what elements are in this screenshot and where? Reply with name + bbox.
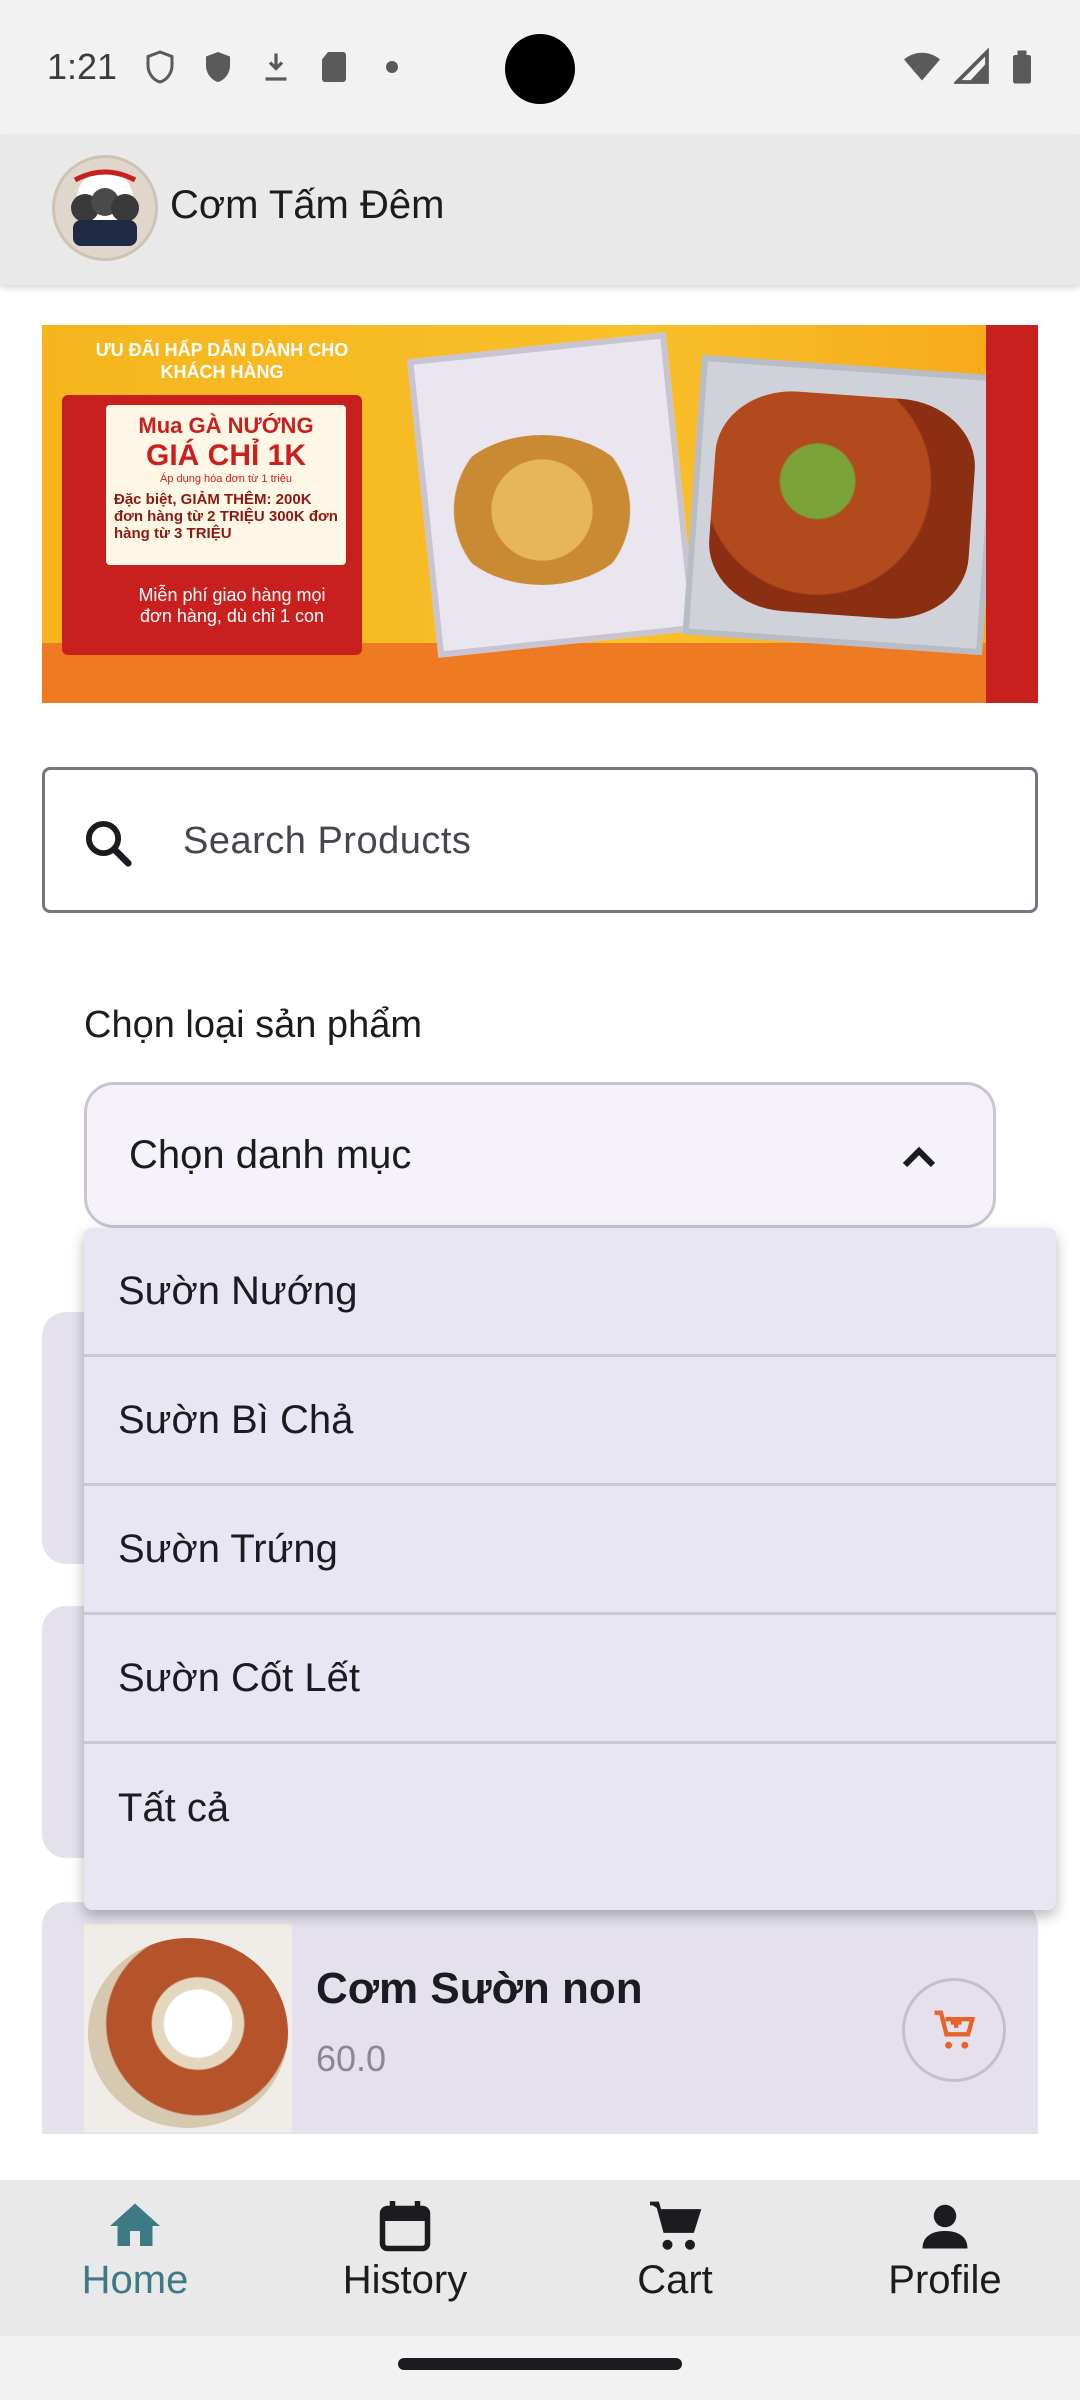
menu-item-suon-nuong[interactable]: Sườn Nướng xyxy=(84,1228,1056,1357)
promo-line1: Mua GÀ NƯỚNG xyxy=(138,413,314,438)
product-card[interactable]: Cơm Sườn non 60.0 xyxy=(42,1902,1038,2134)
add-cart-icon xyxy=(934,2010,976,2049)
promo-line2: GIÁ CHỈ 1K xyxy=(145,439,307,472)
promo-bottom: Miễn phí giao hàng mọi đơn hàng, dù chỉ … xyxy=(138,585,326,626)
banner-top-text: ƯU ĐÃI HẤP DẪN DÀNH CHO KHÁCH HÀNG xyxy=(95,340,349,382)
category-menu: Sườn Nướng Sườn Bì Chả Sườn Trứng Sườn C… xyxy=(84,1228,1056,1910)
add-to-cart-button[interactable] xyxy=(902,1978,1006,2082)
nav-history[interactable]: History xyxy=(270,2180,540,2336)
signal-icon xyxy=(954,48,989,84)
search-input[interactable]: Search Products xyxy=(42,767,1038,913)
dot-icon xyxy=(386,61,398,73)
status-time: 1:21 xyxy=(47,46,118,87)
restaurant-logo xyxy=(52,155,158,261)
promo-banner[interactable]: ƯU ĐÃI HẤP DẪN DÀNH CHO KHÁCH HÀNG Mua G… xyxy=(42,325,1038,703)
camera-cutout xyxy=(505,34,575,104)
product-price: 60.0 xyxy=(316,2038,387,2079)
category-dropdown[interactable]: Chọn danh mục xyxy=(84,1082,996,1228)
promo-inner: Mua GÀ NƯỚNG GIÁ CHỈ 1K Áp dụng hóa đơn … xyxy=(106,405,346,565)
promo-line4: Đặc biệt, GIẢM THÊM: 200K đơn hàng từ 2 … xyxy=(114,491,338,542)
bottom-navigation: Home History Cart Profile xyxy=(0,2180,1080,2336)
download-icon xyxy=(265,53,287,81)
plate-graphic xyxy=(88,1938,288,2128)
promo-line3: Áp dụng hóa đơn từ 1 triệu xyxy=(160,473,292,485)
nav-profile-label: Profile xyxy=(888,2258,1002,2302)
chevron-up-icon xyxy=(902,1146,936,1168)
status-icons-left xyxy=(142,48,410,86)
gesture-handle[interactable] xyxy=(398,2358,682,2370)
menu-item-suon-bi-cha[interactable]: Sườn Bì Chả xyxy=(84,1357,1056,1486)
app-bar: Cơm Tấm Đêm xyxy=(0,135,1080,285)
shield-outline-icon xyxy=(146,50,174,84)
sd-card-icon xyxy=(322,52,346,82)
menu-item-suon-cot-let[interactable]: Sườn Cốt Lết xyxy=(84,1615,1056,1744)
grilled-chicken-image xyxy=(704,386,980,624)
nav-cart[interactable]: Cart xyxy=(540,2180,810,2336)
person-icon xyxy=(922,2204,968,2249)
fried-chicken-image xyxy=(442,435,642,585)
nav-profile[interactable]: Profile xyxy=(810,2180,1080,2336)
wifi-icon xyxy=(904,52,940,81)
cart-icon xyxy=(650,2201,702,2250)
battery-icon xyxy=(1013,50,1031,84)
search-icon xyxy=(85,820,132,867)
product-image xyxy=(84,1924,292,2132)
product-name: Cơm Sườn non xyxy=(316,1964,643,2013)
nav-home[interactable]: Home xyxy=(0,2180,270,2336)
menu-item-suon-trung[interactable]: Sườn Trứng xyxy=(84,1486,1056,1615)
calendar-icon xyxy=(379,2201,431,2252)
nav-cart-label: Cart xyxy=(637,2258,713,2302)
app-title: Cơm Tấm Đêm xyxy=(170,183,445,227)
search-placeholder: Search Products xyxy=(183,820,472,862)
nav-history-label: History xyxy=(342,2258,468,2302)
home-icon xyxy=(110,2203,160,2246)
nav-home-label: Home xyxy=(81,2258,189,2302)
banner-red-edge xyxy=(986,325,1038,703)
status-bar: 1:21 xyxy=(0,0,1080,135)
category-selected: Chọn danh mục xyxy=(129,1133,412,1177)
promo-card: Mua GÀ NƯỚNG GIÁ CHỈ 1K Áp dụng hóa đơn … xyxy=(62,395,362,655)
logo-graphic xyxy=(71,169,139,246)
status-icons-right xyxy=(904,48,1040,86)
shield-filled-icon xyxy=(206,52,230,82)
category-label: Chọn loại sản phẩm xyxy=(84,1004,422,1046)
menu-item-tat-ca[interactable]: Tất cả xyxy=(84,1744,1056,1873)
